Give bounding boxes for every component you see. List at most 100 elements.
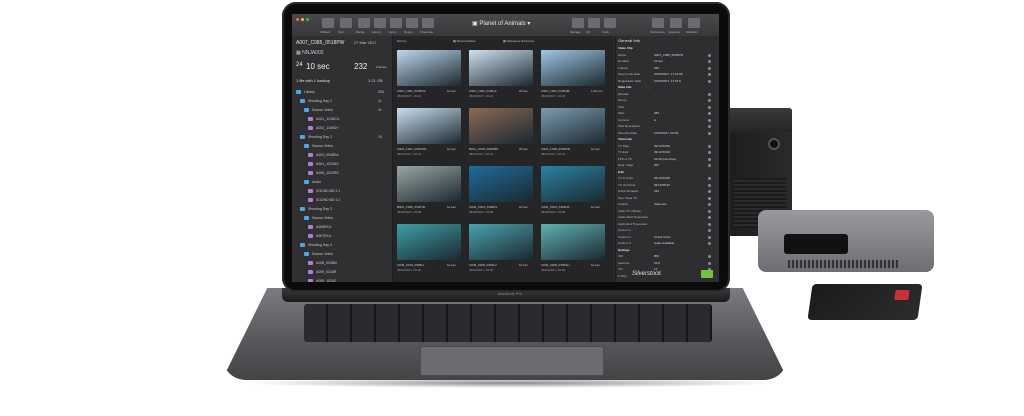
clip-thumbnail[interactable] — [397, 166, 461, 202]
clip-thumbnail[interactable] — [469, 224, 533, 260]
tree-folder[interactable]: Shooting Day 2 15 — [292, 135, 392, 141]
toolbar-button-media[interactable] — [358, 18, 370, 28]
folder-icon — [300, 207, 305, 211]
toolbar-button-manage[interactable] — [572, 18, 584, 28]
inspector-row[interactable]: Custom 1 — [618, 228, 718, 234]
inspector-row[interactable]: TC Start 09:19:53:08 — [618, 144, 718, 150]
inspector-row[interactable]: TC In Point 09:19:53:08 — [618, 176, 718, 182]
inspector-row[interactable]: ISO 800 — [618, 254, 718, 260]
inspector-row[interactable]: Caption reference — [618, 202, 718, 208]
tree-clip[interactable]: A008_1020Z — [292, 279, 392, 282]
confirm-button[interactable] — [701, 270, 713, 278]
tree-folder[interactable]: Shooting Day 3 — [292, 207, 392, 213]
tree-clip[interactable]: A002_1349DY — [292, 126, 392, 132]
toolbar-button-inspector[interactable] — [670, 18, 682, 28]
clip-thumbnail[interactable] — [469, 108, 533, 144]
tree-clip[interactable]: A006EKU — [292, 225, 392, 231]
tree-folder[interactable]: Library 204 — [292, 90, 392, 96]
clip-thumbnail[interactable] — [469, 166, 533, 202]
tree-folder[interactable]: Source Video 11 — [292, 108, 392, 114]
clip-thumbnail[interactable] — [469, 50, 533, 86]
inspector-row[interactable]: Reel / Tape 287 — [618, 163, 718, 169]
tree-folder[interactable]: Source Video — [292, 252, 392, 258]
tree-folder[interactable]: Shooting Day 4 — [292, 243, 392, 249]
inspector-row[interactable]: TC Out Point 09:19:55:23 — [618, 183, 718, 189]
inspector-row[interactable]: Scene — [618, 98, 718, 104]
tree-folder[interactable]: Shooting Day 1 11 — [292, 99, 392, 105]
inspector-row[interactable]: Active Duration 232 — [618, 189, 718, 195]
toolbar-button-export[interactable] — [374, 18, 386, 28]
inspector-value: 800 — [654, 254, 660, 258]
tree-count: 15 — [378, 135, 382, 139]
toolbar-button-color[interactable] — [604, 18, 616, 28]
tree-clip[interactable]: A003_0948EA — [292, 153, 392, 159]
toolbar-button-sync[interactable] — [340, 18, 352, 28]
clip-date: 28/03/2017, 09:18 — [541, 94, 566, 98]
clip-thumbnail[interactable] — [541, 166, 605, 202]
tree-folder[interactable]: Audio — [292, 180, 392, 186]
inspector-row[interactable]: Aperture f/2.8 — [618, 261, 718, 267]
clip-thumbnail[interactable] — [541, 108, 605, 144]
sort-by-label[interactable]: Sort by — [397, 39, 407, 43]
smart-folders-tab[interactable]: ▦ Smart Folders — [453, 39, 476, 43]
clip-date: 28/03/2017, 09:02 — [397, 268, 422, 272]
inspector-row[interactable]: Name A007_C085_0518PW — [618, 53, 718, 59]
inspector-row[interactable]: Sync Slate TC — [618, 196, 718, 202]
inspector-row[interactable]: Audio TC Offsets — [618, 209, 718, 215]
toolbar-button-timecode[interactable] — [422, 18, 434, 28]
toolbar-button-qc[interactable] — [588, 18, 600, 28]
toolbar-button-workspace[interactable] — [652, 18, 664, 28]
tree-clip[interactable]: A007EKU — [292, 234, 392, 240]
status-dot-icon — [708, 66, 711, 70]
inspector-row[interactable]: Source File Date 27/03/2017, 17:07:08 — [618, 72, 718, 78]
tree-clip[interactable]: SOUND BD 2.2 — [292, 198, 392, 204]
tree-clip[interactable]: A001_121BCU — [292, 117, 392, 123]
tree-clip[interactable]: A004_1022AX — [292, 162, 392, 168]
tree-label: A009_0318R — [316, 270, 337, 274]
zoom-dot[interactable] — [306, 18, 309, 21]
clip-thumbnail[interactable] — [541, 224, 605, 260]
toolbar-button-import[interactable] — [390, 18, 402, 28]
toolbar-button-sidebars[interactable] — [688, 18, 700, 28]
tree-label: Shooting Day 3 — [308, 207, 332, 211]
inspector-row[interactable]: Audio Start Timecodes — [618, 215, 718, 221]
inspector-row[interactable]: TC End 09:19:53:09 — [618, 150, 718, 156]
clip-thumbnail[interactable] — [397, 224, 461, 260]
toolbar-button-report[interactable] — [406, 18, 418, 28]
tree-clip[interactable]: A008_0038M — [292, 261, 392, 267]
minimize-dot[interactable] — [301, 18, 304, 21]
inspector-row[interactable]: Episode - — [618, 92, 718, 98]
inspector-row[interactable]: Take 083 — [618, 111, 718, 117]
tree-folder[interactable]: Source Video — [292, 216, 392, 222]
inspector-row[interactable]: FPS of TC 24.00 (non-drop) — [618, 157, 718, 163]
tree-clip[interactable]: SOUND BD 2.1 — [292, 189, 392, 195]
clip-thumbnail[interactable] — [541, 50, 605, 86]
inspector-row[interactable]: Camera A — [618, 118, 718, 124]
tree-label: Shooting Day 1 — [308, 99, 332, 103]
tree-label: A005_1024RS — [316, 171, 339, 175]
close-dot[interactable] — [296, 18, 299, 21]
inspector-row[interactable]: Audio End Timecodes — [618, 222, 718, 228]
inspector-row[interactable]: Custom 3 Audio available — [618, 241, 718, 247]
toolbar-button-offload[interactable] — [322, 18, 334, 28]
clip-thumbnail[interactable] — [397, 50, 461, 86]
tree-clip[interactable]: A005_1024RS — [292, 171, 392, 177]
inspector-row[interactable]: Frames 232 — [618, 66, 718, 72]
inspector-key: Video Clip — [618, 46, 633, 50]
status-dot-icon — [708, 79, 711, 83]
inspector-row[interactable]: Registration Date 27/03/2017, 17:07:0 — [618, 79, 718, 85]
inspector-row[interactable]: Shot — [618, 105, 718, 111]
clip-icon — [308, 198, 313, 202]
inspector-row[interactable]: Shooting Date 27/03/2017, 00:00: — [618, 131, 718, 137]
clip-icon — [308, 279, 313, 282]
inspector-row[interactable]: Custom 2 Check focus — [618, 235, 718, 241]
app-window: ▣ Planet of Animals ▾ Offload Sync Media Ex… — [292, 14, 719, 282]
inspector-row[interactable]: Duration 10 sec — [618, 59, 718, 65]
clip-thumbnail[interactable] — [397, 108, 461, 144]
tree-folder[interactable]: Source Video — [292, 144, 392, 150]
tree-clip[interactable]: A009_0318R — [292, 270, 392, 276]
status-dot-icon — [708, 261, 711, 265]
clip-date: 28/03/2017, 09:02 — [541, 268, 566, 272]
inspector-row[interactable]: Shot Description — [618, 124, 718, 130]
reference-tab[interactable]: ▦ Reference & Current — [503, 39, 534, 43]
